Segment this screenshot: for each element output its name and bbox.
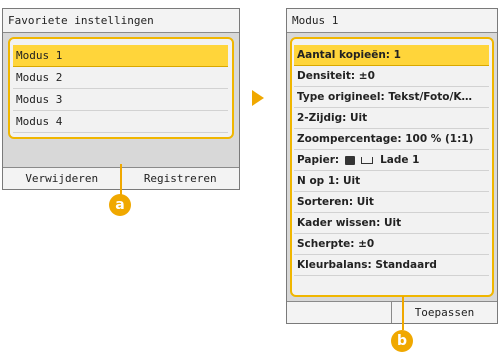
favorite-item-3[interactable]: Modus 3 [13,89,228,111]
mode-detail-screen: Modus 1 Aantal kopieën: 1 Densiteit: ±0 … [286,8,498,324]
apply-button[interactable]: Toepassen [392,302,497,323]
setting-density: Densiteit: ±0 [294,66,489,87]
favorites-screen: Favoriete instellingen Modus 1 Modus 2 M… [2,8,240,190]
setting-copies: Aantal kopieën: 1 [294,45,489,66]
favorite-item-1[interactable]: Modus 1 [13,45,228,67]
setting-sharpness: Scherpte: ±0 [294,234,489,255]
setting-paper-tray: Lade 1 [380,154,420,166]
favorite-item-2[interactable]: Modus 2 [13,67,228,89]
setting-paper: Papier: Lade 1 [294,150,489,171]
callout-a-leader [120,164,122,196]
favorite-item-4[interactable]: Modus 4 [13,111,228,133]
delete-button[interactable]: Verwijderen [3,168,122,189]
setting-erase-frame: Kader wissen: Uit [294,213,489,234]
mode-title: Modus 1 [287,9,497,33]
setting-collate: Sorteren: Uit [294,192,489,213]
register-button[interactable]: Registreren [122,168,240,189]
setting-color-balance: Kleurbalans: Standaard [294,255,489,276]
setting-2-sided: 2-Zijdig: Uit [294,108,489,129]
setting-n-on-1: N op 1: Uit [294,171,489,192]
setting-zoom: Zoompercentage: 100 % (1:1) [294,129,489,150]
mode-footer: Toepassen [287,301,497,323]
mode-settings-list: Aantal kopieën: 1 Densiteit: ±0 Type ori… [290,37,494,297]
setting-original-type: Type origineel: Tekst/Foto/K… [294,87,489,108]
callout-b-leader [402,296,404,330]
arrow-right-icon [252,90,264,106]
favorites-list: Modus 1 Modus 2 Modus 3 Modus 4 [8,37,234,139]
setting-paper-label: Papier: [297,154,340,166]
favorites-title: Favoriete instellingen [3,9,239,33]
tray-icon [361,156,374,164]
footer-spacer [287,302,392,323]
callout-a: a [109,194,131,216]
paper-icon [344,155,355,165]
callout-b: b [391,330,413,352]
